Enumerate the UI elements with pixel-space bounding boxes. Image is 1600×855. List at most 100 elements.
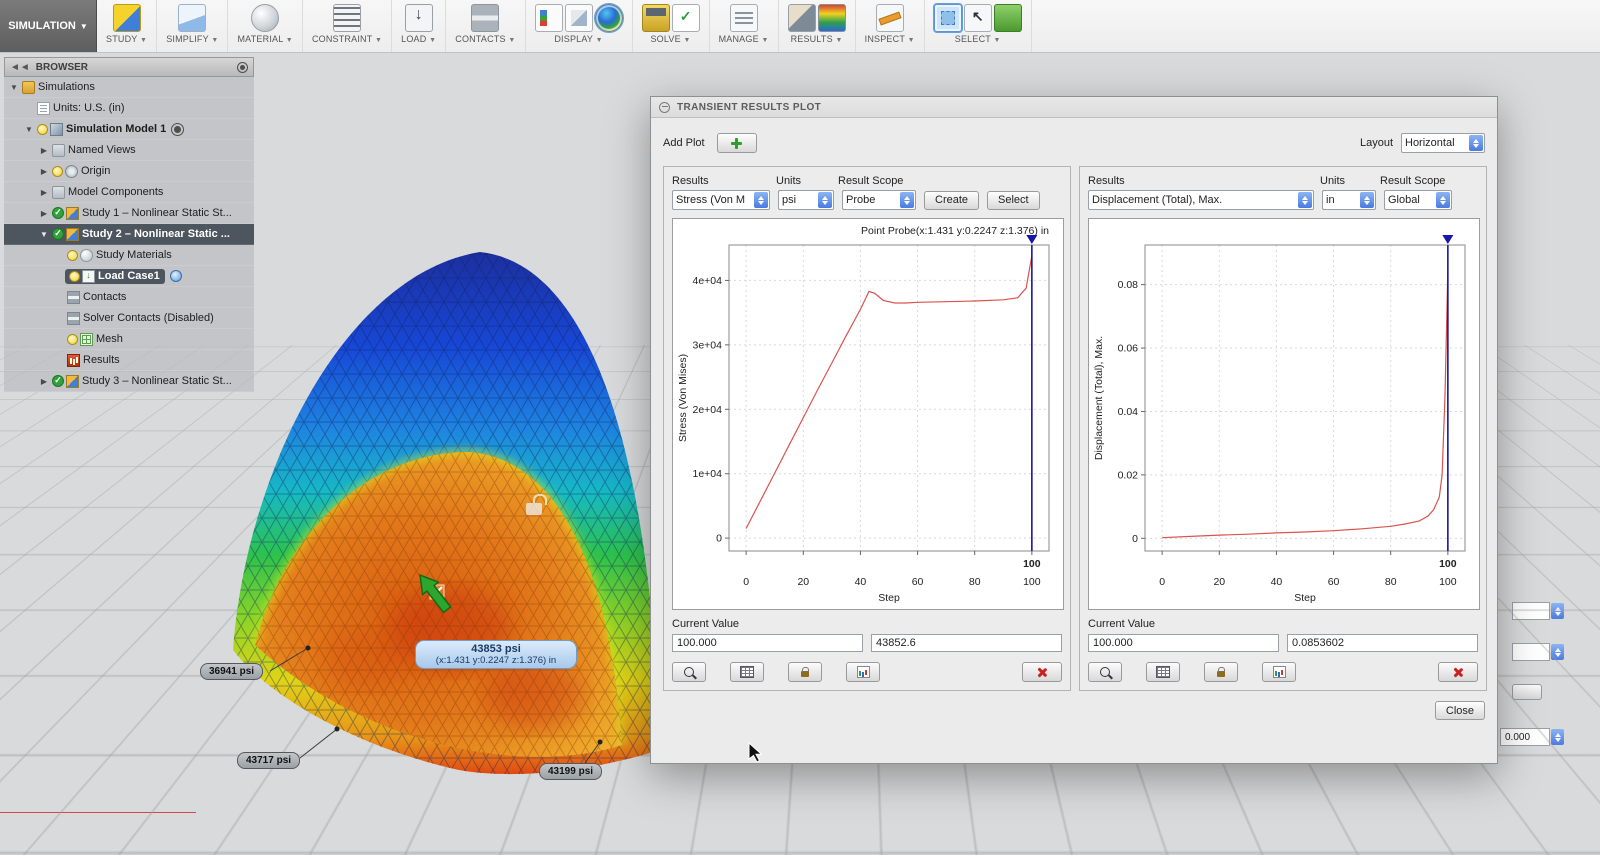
display-style-icon[interactable] xyxy=(565,4,593,32)
toolbar-group-simplify[interactable]: SIMPLIFY ▼ xyxy=(157,0,228,52)
units-dropdown[interactable]: in xyxy=(1322,190,1376,210)
cursor-triangle-icon[interactable] xyxy=(1026,235,1037,244)
results-dropdown[interactable]: Displacement (Total), Max. xyxy=(1088,190,1314,210)
results-compare-icon[interactable] xyxy=(788,4,816,32)
display-results-colors-icon[interactable] xyxy=(595,4,623,32)
result-scope-dropdown[interactable]: Probe xyxy=(842,190,916,210)
browser-target-icon[interactable] xyxy=(237,62,248,73)
toolbar-group-select[interactable]: SELECT ▼ xyxy=(925,0,1032,52)
lock-scale-button[interactable] xyxy=(1204,662,1238,682)
browser-item-study-1-nonlinear-static-st[interactable]: ▶Study 1 – Nonlinear Static St... xyxy=(4,203,254,224)
toolbar-group-constraint[interactable]: CONSTRAINT ▼ xyxy=(303,0,392,52)
visibility-bulb-icon[interactable] xyxy=(37,124,48,135)
cursor-triangle-icon[interactable] xyxy=(1442,235,1453,244)
study-icon[interactable] xyxy=(113,4,141,32)
expand-arrow-icon[interactable]: ▶ xyxy=(38,167,50,176)
displacement-chart[interactable]: 02040608010000.020.040.060.08StepDisplac… xyxy=(1089,219,1479,609)
delete-plot-button[interactable] xyxy=(1438,662,1478,682)
browser-header[interactable]: ◄◄ BROWSER xyxy=(4,57,254,77)
step-cursor[interactable]: 100 xyxy=(1023,235,1041,570)
browser-item-study-3-nonlinear-static-st[interactable]: ▶Study 3 – Nonlinear Static St... xyxy=(4,371,254,392)
inspect-measure-icon[interactable] xyxy=(876,4,904,32)
browser-item-results[interactable]: Results xyxy=(4,350,254,371)
browser-item-model-components[interactable]: ▶Model Components xyxy=(4,182,254,203)
browser-item-contacts[interactable]: Contacts xyxy=(4,287,254,308)
toolbar-group-study[interactable]: STUDY ▼ xyxy=(97,0,157,52)
step-cursor[interactable]: 100 xyxy=(1439,235,1457,570)
browser-item-units-u-s-in[interactable]: Units: U.S. (in) xyxy=(4,98,254,119)
collapse-panel-icon[interactable]: ◄◄ xyxy=(10,62,30,73)
result-scope-dropdown[interactable]: Global xyxy=(1384,190,1452,210)
stepper-icon[interactable] xyxy=(1551,729,1564,745)
display-legend-icon[interactable] xyxy=(535,4,563,32)
units-dropdown[interactable]: psi xyxy=(778,190,834,210)
table-view-button[interactable] xyxy=(1146,662,1180,682)
expand-arrow-icon[interactable]: ▶ xyxy=(38,209,50,218)
dialog-titlebar[interactable]: TRANSIENT RESULTS PLOT xyxy=(651,97,1497,118)
browser-item-mesh[interactable]: Mesh xyxy=(4,329,254,350)
current-step-field[interactable]: 100.000 xyxy=(672,634,863,652)
constraint-icon[interactable] xyxy=(333,4,361,32)
select-solid-icon[interactable] xyxy=(994,4,1022,32)
toolbar-group-solve[interactable]: SOLVE ▼ xyxy=(633,0,710,52)
load-icon[interactable] xyxy=(405,4,433,32)
background-button-fragment[interactable] xyxy=(1512,684,1542,700)
active-model-icon[interactable] xyxy=(171,123,184,136)
browser-item-load-case1[interactable]: Load Case1 xyxy=(4,266,254,287)
simplify-icon[interactable] xyxy=(178,4,206,32)
current-step-field[interactable]: 100.000 xyxy=(1088,634,1279,652)
browser-item-named-views[interactable]: ▶Named Views xyxy=(4,140,254,161)
expand-arrow-icon[interactable]: ▼ xyxy=(23,125,35,134)
browser-item-simulations[interactable]: ▼Simulations xyxy=(4,77,254,98)
expand-arrow-icon[interactable]: ▶ xyxy=(38,146,50,155)
select-window-icon[interactable] xyxy=(934,4,962,32)
stepper-icon[interactable] xyxy=(1551,603,1564,619)
expand-arrow-icon[interactable]: ▶ xyxy=(38,377,50,386)
select-button[interactable]: Select xyxy=(987,191,1040,210)
toolbar-group-inspect[interactable]: INSPECT ▼ xyxy=(856,0,925,52)
collapse-dialog-icon[interactable] xyxy=(659,102,670,113)
close-button[interactable]: Close xyxy=(1435,701,1485,720)
delete-plot-button[interactable] xyxy=(1022,662,1062,682)
workspace-switcher[interactable]: SIMULATION ▼ xyxy=(0,0,97,52)
browser-item-origin[interactable]: ▶Origin xyxy=(4,161,254,182)
toolbar-group-results[interactable]: RESULTS ▼ xyxy=(779,0,856,52)
material-icon[interactable] xyxy=(251,4,279,32)
toolbar-group-load[interactable]: LOAD ▼ xyxy=(392,0,446,52)
results-dropdown[interactable]: Stress (Von M xyxy=(672,190,770,210)
active-load-case-icon[interactable] xyxy=(170,270,182,282)
select-cursor-icon[interactable] xyxy=(964,4,992,32)
background-value-input[interactable]: 0.000 xyxy=(1500,728,1550,746)
toolbar-group-material[interactable]: MATERIAL ▼ xyxy=(228,0,302,52)
table-view-button[interactable] xyxy=(730,662,764,682)
stress-chart[interactable]: 02040608010001e+042e+043e+044e+04StepStr… xyxy=(673,219,1063,609)
visibility-bulb-icon[interactable] xyxy=(67,334,78,345)
layout-dropdown[interactable]: Horizontal xyxy=(1401,133,1485,153)
stepper-icon[interactable] xyxy=(1551,644,1564,660)
expand-arrow-icon[interactable]: ▶ xyxy=(38,188,50,197)
add-plot-button[interactable] xyxy=(717,133,757,153)
solve-local-icon[interactable] xyxy=(642,4,670,32)
toolbar-group-manage[interactable]: MANAGE ▼ xyxy=(710,0,779,52)
toolbar-group-contacts[interactable]: CONTACTS ▼ xyxy=(446,0,525,52)
lock-scale-button[interactable] xyxy=(788,662,822,682)
browser-item-solver-contacts-disabled[interactable]: Solver Contacts (Disabled) xyxy=(4,308,254,329)
current-stress-field[interactable]: 43852.6 xyxy=(871,634,1062,652)
results-legend-icon[interactable] xyxy=(818,4,846,32)
visibility-bulb-icon[interactable] xyxy=(52,166,63,177)
browser-item-study-2-nonlinear-static[interactable]: ▼Study 2 – Nonlinear Static ... xyxy=(4,224,254,245)
browser-item-study-materials[interactable]: Study Materials xyxy=(4,245,254,266)
manage-settings-icon[interactable] xyxy=(730,4,758,32)
current-displacement-field[interactable]: 0.0853602 xyxy=(1287,634,1478,652)
toolbar-group-display[interactable]: DISPLAY ▼ xyxy=(526,0,633,52)
zoom-button[interactable] xyxy=(672,662,706,682)
zoom-button[interactable] xyxy=(1088,662,1122,682)
visibility-bulb-icon[interactable] xyxy=(69,271,80,282)
export-plot-button[interactable] xyxy=(846,662,880,682)
browser-item-simulation-model-1[interactable]: ▼Simulation Model 1 xyxy=(4,119,254,140)
visibility-bulb-icon[interactable] xyxy=(67,250,78,261)
create-button[interactable]: Create xyxy=(924,191,979,210)
expand-arrow-icon[interactable]: ▼ xyxy=(38,230,50,239)
contacts-icon[interactable] xyxy=(471,4,499,32)
expand-arrow-icon[interactable]: ▼ xyxy=(8,83,20,92)
